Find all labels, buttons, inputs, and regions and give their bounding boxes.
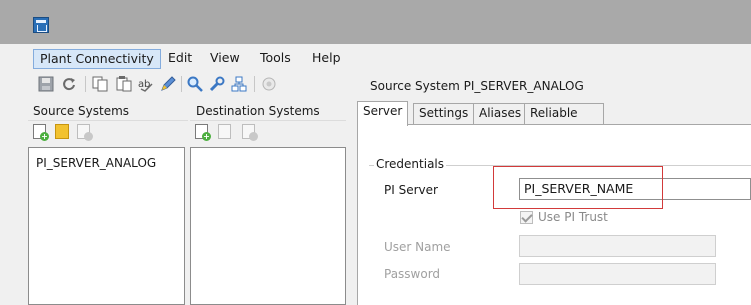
source-systems-label: Source Systems <box>33 104 130 118</box>
use-pi-trust-label: Use PI Trust <box>538 210 608 224</box>
page-title: Source System PI_SERVER_ANALOG <box>370 79 584 93</box>
save-icon[interactable] <box>38 76 54 92</box>
refresh-icon[interactable] <box>61 76 77 92</box>
tab-settings[interactable]: Settings <box>413 103 475 124</box>
tab-aliases[interactable]: Aliases <box>473 103 528 124</box>
source-systems-list[interactable]: PI_SERVER_ANALOG <box>28 147 185 305</box>
menu-view[interactable]: View <box>204 49 246 69</box>
tools-icon[interactable] <box>209 76 225 92</box>
title-bar <box>0 0 751 44</box>
user-name-label: User Name <box>384 240 451 254</box>
remove-destination-icon[interactable] <box>242 124 258 141</box>
destination-systems-label: Destination Systems <box>196 104 320 118</box>
destination-systems-toolbar: + <box>190 120 346 141</box>
pi-server-label: PI Server <box>384 183 438 197</box>
password-label: Password <box>384 267 441 281</box>
menu-plant-connectivity[interactable]: Plant Connectivity <box>33 49 161 69</box>
menu-help[interactable]: Help <box>306 49 347 69</box>
destination-systems-list[interactable] <box>190 147 346 305</box>
copy-icon[interactable] <box>92 76 108 92</box>
menu-bar: Plant Connectivity Edit View Tools Help <box>28 44 751 72</box>
list-item[interactable]: PI_SERVER_ANALOG <box>36 156 156 170</box>
credentials-group-label: Credentials <box>374 157 447 171</box>
user-name-input[interactable] <box>519 235 716 257</box>
highlight-box <box>493 166 663 209</box>
source-systems-toolbar: + <box>28 120 188 141</box>
edit-icon[interactable] <box>160 76 176 92</box>
add-source-icon[interactable]: + <box>33 124 49 141</box>
settings-icon[interactable] <box>261 76 277 92</box>
remove-source-icon[interactable] <box>77 124 93 141</box>
network-icon[interactable] <box>231 76 247 92</box>
properties-icon[interactable] <box>55 124 69 139</box>
tab-reliable-connection[interactable]: Reliable Connection <box>524 103 604 139</box>
search-icon[interactable] <box>187 76 203 92</box>
app-icon <box>33 17 49 33</box>
password-input[interactable] <box>519 263 716 285</box>
main-toolbar: ab <box>28 72 348 96</box>
tab-server[interactable]: Server <box>357 101 409 126</box>
spell-check-icon[interactable]: ab <box>138 76 154 92</box>
menu-edit[interactable]: Edit <box>162 49 198 69</box>
destination-properties-icon[interactable] <box>218 124 231 139</box>
use-pi-trust-checkbox[interactable] <box>520 211 533 224</box>
paste-icon[interactable] <box>116 76 132 92</box>
add-destination-icon[interactable]: + <box>195 124 211 141</box>
menu-tools[interactable]: Tools <box>254 49 297 69</box>
